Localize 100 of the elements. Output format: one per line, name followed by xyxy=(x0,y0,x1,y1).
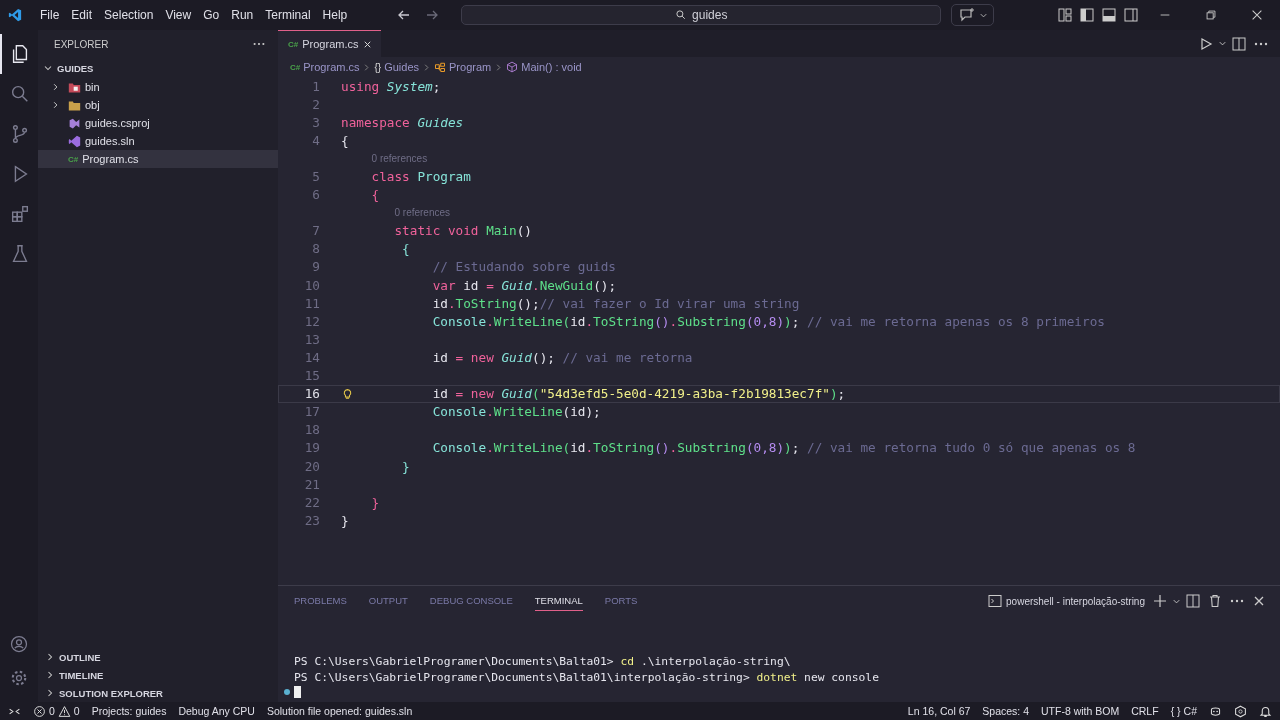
collapsed-section-header[interactable]: TIMELINE xyxy=(38,666,278,684)
line-number: 20 xyxy=(303,458,320,474)
line-number: 11 xyxy=(303,295,320,311)
menu-item[interactable]: View xyxy=(159,8,198,22)
language-mode[interactable]: C# xyxy=(1183,705,1197,717)
code-line: using System; xyxy=(341,78,441,94)
hexagon-icon[interactable] xyxy=(1234,704,1247,718)
file-tree-item[interactable]: C# Program.cs xyxy=(38,150,278,168)
toggle-secondary-sidebar-icon[interactable] xyxy=(1123,7,1139,23)
toggle-panel-icon[interactable] xyxy=(1101,7,1117,23)
file-tree-item[interactable]: guides.csproj xyxy=(38,114,278,132)
warning-icon[interactable] xyxy=(57,704,71,718)
restore-icon[interactable] xyxy=(1204,8,1218,22)
solution-file-icon xyxy=(68,134,81,148)
terminal-line: PS C:\Users\GabrielProgramer\Documents\Balta01\interpolação-string> dotnet new console xyxy=(294,670,880,686)
line-number: 6 xyxy=(311,187,320,203)
csharp-file-icon: C# xyxy=(288,39,299,49)
code-line: Console.WriteLine(id.ToString().Substring(0,8)); // vai me retorna apenas os 8 primeiros xyxy=(432,313,1105,329)
status-item[interactable]: CRLF xyxy=(1131,705,1159,717)
code-line: namespace Guides xyxy=(341,114,464,130)
collapsed-section-header[interactable]: OUTLINE xyxy=(38,648,278,666)
folder-section-header[interactable]: GUIDES xyxy=(38,58,278,78)
line-number: 3 xyxy=(311,114,320,130)
chat-button[interactable] xyxy=(951,4,995,26)
braces-icon[interactable]: { } xyxy=(1170,705,1181,717)
notifications-icon[interactable] xyxy=(1259,704,1272,718)
toggle-sidebar-icon[interactable] xyxy=(1079,7,1095,23)
csharp-file-icon: C# xyxy=(290,62,301,72)
namespace-icon: {} xyxy=(374,61,382,73)
panel-tab[interactable]: OUTPUT xyxy=(368,591,408,611)
terminal-selector[interactable]: powershell - interpolação-string xyxy=(984,593,1145,609)
line-number: 21 xyxy=(303,476,320,492)
section-title: TIMELINE xyxy=(59,669,104,681)
status-item[interactable]: UTF-8 with BOM xyxy=(1041,705,1120,717)
status-dot xyxy=(284,689,290,695)
split-terminal-icon[interactable] xyxy=(1185,593,1201,609)
breadcrumb-item[interactable]: Program xyxy=(449,61,492,73)
folder-icon xyxy=(68,80,81,94)
settings-icon[interactable] xyxy=(9,668,29,688)
terminal-cursor xyxy=(294,686,301,698)
customize-layout-icon[interactable] xyxy=(1057,7,1073,23)
status-item[interactable]: Ln 16, Col 67 xyxy=(907,705,971,717)
panel-tab[interactable]: PORTS xyxy=(604,591,638,611)
account-icon[interactable] xyxy=(9,634,29,654)
code-line: class Program xyxy=(371,169,471,184)
line-number: 19 xyxy=(303,440,320,456)
copilot-icon[interactable] xyxy=(1209,704,1222,718)
panel-tab[interactable]: TERMINAL xyxy=(534,591,583,611)
editor-tab[interactable]: C# Program.cs xyxy=(278,30,382,57)
code-line: } xyxy=(371,494,380,510)
trash-icon[interactable] xyxy=(1207,593,1223,609)
menu-item[interactable]: Run xyxy=(225,8,260,22)
section-title: OUTLINE xyxy=(59,651,101,663)
line-number: 9 xyxy=(311,259,320,275)
code-line: id.ToString();// vai fazer o Id virar uma string xyxy=(432,295,800,311)
breadcrumb-item[interactable]: Main() : void xyxy=(521,61,582,73)
terminal-icon xyxy=(987,593,1004,609)
code-line: { xyxy=(402,241,410,257)
line-number: 13 xyxy=(303,331,320,347)
menu-item[interactable]: Selection xyxy=(98,8,160,22)
menu-item[interactable]: Edit xyxy=(65,8,99,22)
add-icon[interactable] xyxy=(1152,593,1168,609)
code-line: Console.WriteLine(id); xyxy=(432,404,601,420)
csharp-file-icon: C# xyxy=(68,154,79,164)
file-name: guides.sln xyxy=(85,135,135,147)
run-icon[interactable] xyxy=(1198,35,1214,52)
menu-item[interactable]: Go xyxy=(197,8,226,22)
warning-count[interactable]: 0 xyxy=(73,705,80,717)
search-icon xyxy=(675,9,688,21)
error-count[interactable]: 0 xyxy=(49,705,55,717)
close-icon[interactable] xyxy=(1250,8,1264,22)
status-item[interactable]: Debug Any CPU xyxy=(178,705,255,717)
line-number: 14 xyxy=(303,349,320,365)
status-item[interactable]: Spaces: 4 xyxy=(982,705,1030,717)
chat-icon xyxy=(959,7,976,23)
line-number: 7 xyxy=(311,223,320,239)
status-item[interactable]: Projects: guides xyxy=(91,705,167,717)
split-editor-icon[interactable] xyxy=(1231,35,1247,52)
line-number: 1 xyxy=(311,78,320,94)
search-field[interactable]: guides xyxy=(461,5,942,25)
lightbulb-icon[interactable] xyxy=(341,387,354,401)
error-icon[interactable] xyxy=(33,704,46,718)
panel-tab[interactable]: PROBLEMS xyxy=(294,591,347,611)
status-item[interactable]: Solution file opened: guides.sln xyxy=(266,705,413,717)
line-number: 23 xyxy=(303,512,320,528)
search-text: guides xyxy=(692,8,728,22)
code-line: } xyxy=(341,512,349,528)
menu-item[interactable]: Terminal xyxy=(259,8,317,22)
menu-item[interactable]: File xyxy=(34,8,66,22)
code-line: id = new Guid(); // vai me retorna xyxy=(432,349,693,365)
menu-item[interactable]: Help xyxy=(316,8,354,22)
line-number: 12 xyxy=(303,313,320,329)
line-number: 17 xyxy=(303,404,320,420)
breadcrumb-item[interactable]: Guides xyxy=(384,61,420,73)
panel-tab[interactable]: DEBUG CONSOLE xyxy=(429,591,513,611)
file-tree-item[interactable]: obj xyxy=(38,96,278,114)
file-tree-item[interactable]: bin xyxy=(38,78,278,96)
breadcrumb-item[interactable]: Program.cs xyxy=(303,61,360,73)
file-tree-item[interactable]: guides.sln xyxy=(38,132,278,150)
collapsed-section-header[interactable]: SOLUTION EXPLORER xyxy=(38,684,278,702)
